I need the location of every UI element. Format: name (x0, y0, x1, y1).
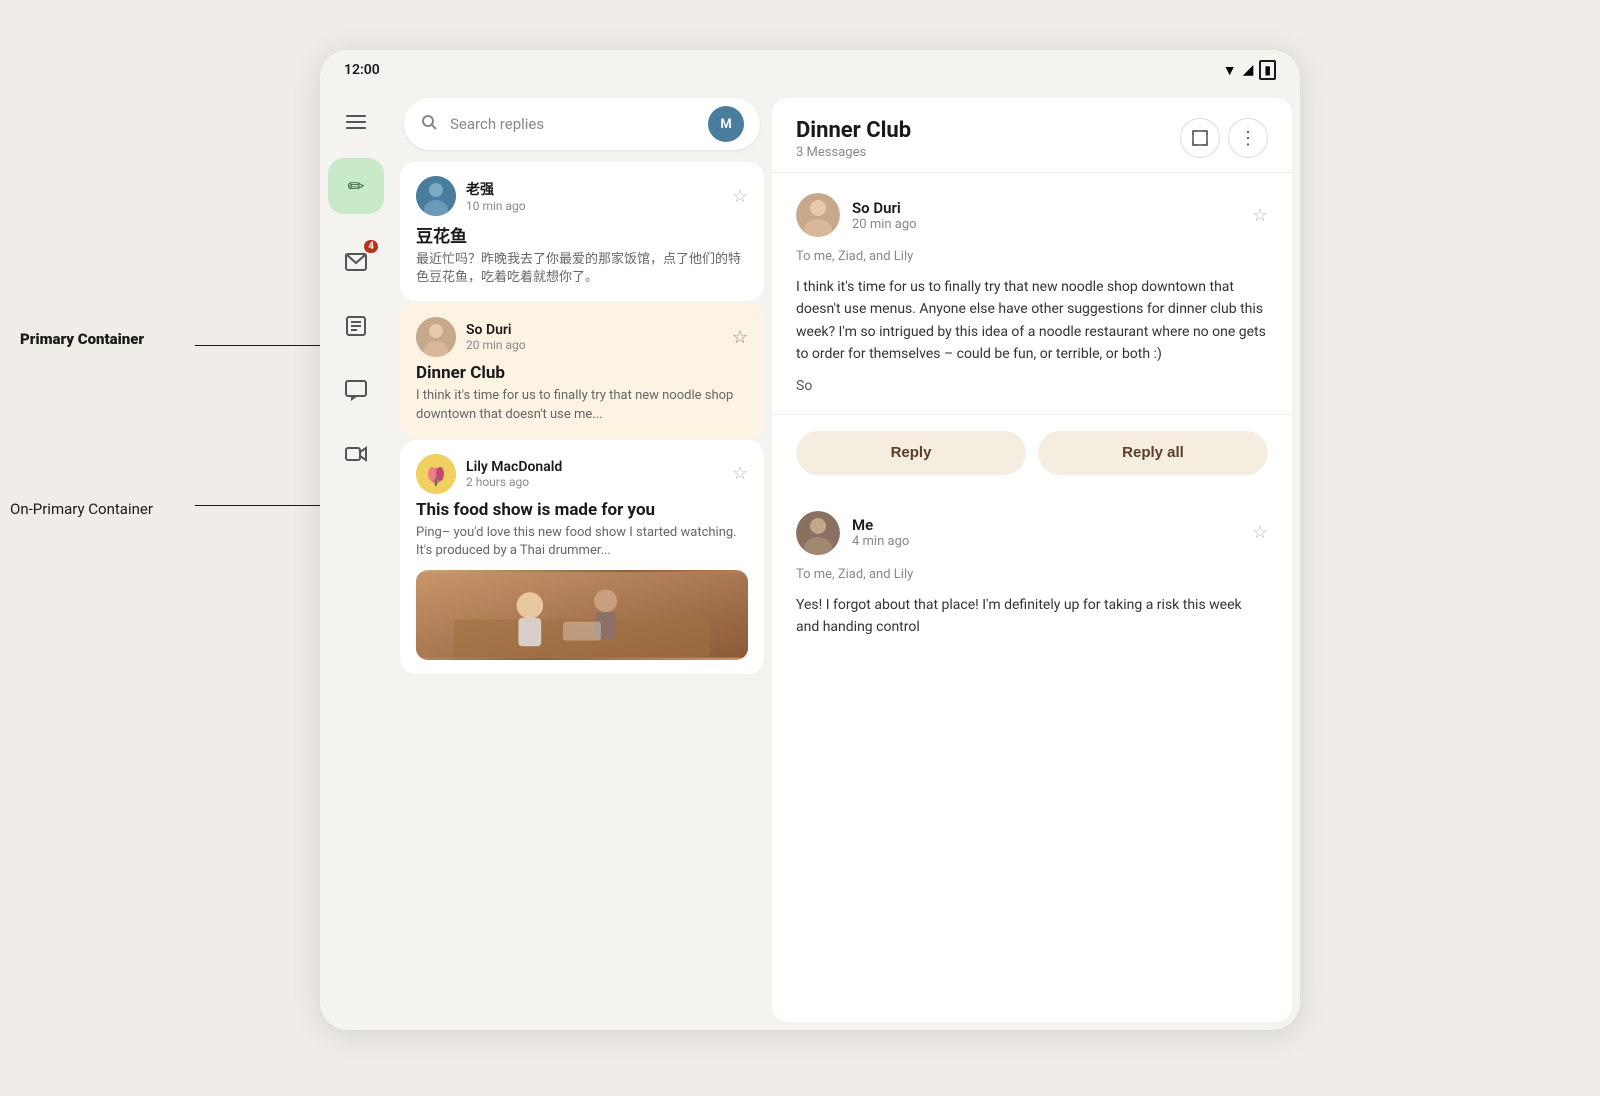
status-time: 12:00 (344, 62, 380, 78)
msg-sender-name-2: Me (852, 516, 909, 534)
menu-button[interactable] (336, 102, 376, 142)
signal-icon: ◢ (1243, 62, 1254, 78)
page-wrapper: Primary Container On-Primary Container 1… (0, 0, 1600, 1096)
wifi-icon: ▼ (1223, 62, 1237, 79)
search-icon (420, 113, 438, 135)
email-subject-1: 豆花鱼 (416, 222, 748, 247)
more-options-button[interactable]: ⋮ (1228, 118, 1268, 158)
email-preview-2: I think it's time for us to finally try … (416, 387, 748, 423)
email-item-1[interactable]: 老强 10 min ago ☆ 豆花鱼 最近忙吗？昨晚我去了你最爱的那家饭馆，点… (400, 162, 764, 301)
msg-signature-1: So (796, 378, 1268, 394)
battery-icon: ▮ (1259, 60, 1276, 80)
label-primary-container: Primary Container (20, 330, 144, 348)
chat-icon (344, 378, 368, 402)
mail-badge: 4 (364, 240, 378, 253)
sender-name-1: 老强 (466, 179, 526, 199)
fullscreen-button[interactable] (1180, 118, 1220, 158)
message-card-1: So Duri 20 min ago ☆ To me, Ziad, and Li… (772, 173, 1292, 415)
sender-name-2: So Duri (466, 322, 526, 338)
more-options-icon: ⋮ (1239, 129, 1257, 147)
nav-item-chat[interactable] (328, 362, 384, 418)
detail-message-count: 3 Messages (796, 145, 911, 160)
nav-rail: ✏ 4 (320, 90, 392, 1030)
msg-sender-name-1: So Duri (852, 199, 917, 217)
label-on-primary-container: On-Primary Container (10, 500, 153, 518)
search-placeholder-text: Search replies (450, 115, 696, 133)
msg-to-1: To me, Ziad, and Lily (796, 249, 1268, 264)
star-button-2[interactable]: ☆ (732, 327, 748, 348)
status-icons: ▼ ◢ ▮ (1223, 60, 1276, 80)
callout-line-primary (195, 345, 325, 346)
email-preview-3: Ping– you'd love this new food show I st… (416, 524, 748, 560)
detail-header-actions: ⋮ (1180, 118, 1268, 158)
expand-icon (1192, 130, 1208, 146)
device-frame: 12:00 ▼ ◢ ▮ ✏ (320, 50, 1300, 1030)
message-card-2: Me 4 min ago ☆ To me, Ziad, and Lily Yes… (772, 491, 1292, 659)
email-preview-1: 最近忙吗？昨晚我去了你最爱的那家饭馆，点了他们的特色豆花鱼，吃着吃着就想你了。 (416, 251, 748, 287)
status-bar: 12:00 ▼ ◢ ▮ (320, 50, 1300, 90)
star-button-3[interactable]: ☆ (732, 463, 748, 484)
app-content: ✏ 4 (320, 90, 1300, 1030)
compose-icon: ✏ (348, 174, 365, 198)
user-avatar[interactable]: M (708, 106, 744, 142)
msg-avatar-soduri (796, 193, 840, 237)
detail-header: Dinner Club 3 Messages (772, 98, 1292, 173)
message-list: So Duri 20 min ago ☆ To me, Ziad, and Li… (772, 173, 1292, 1022)
nav-item-mail[interactable]: 4 (328, 234, 384, 290)
sender-name-3: Lily MacDonald (466, 459, 562, 475)
msg-body-2: Yes! I forgot about that place! I'm defi… (796, 594, 1268, 639)
star-button-1[interactable]: ☆ (732, 186, 748, 207)
email-item-2[interactable]: So Duri 20 min ago ☆ Dinner Club I think… (400, 303, 764, 437)
nav-item-notes[interactable] (328, 298, 384, 354)
detail-subject: Dinner Club (796, 118, 911, 143)
email-item-3[interactable]: Lily MacDonald 2 hours ago ☆ This food s… (400, 440, 764, 674)
email-list-pane: Search replies M (392, 90, 772, 1030)
sender-time-1: 10 min ago (466, 199, 526, 213)
avatar-soduri (416, 317, 456, 357)
sender-time-2: 20 min ago (466, 338, 526, 352)
mail-icon (344, 250, 368, 274)
email-subject-2: Dinner Club (416, 363, 748, 383)
msg-body-1: I think it's time for us to finally try … (796, 276, 1268, 366)
msg-star-2[interactable]: ☆ (1252, 522, 1268, 543)
nav-item-video[interactable] (328, 426, 384, 482)
msg-time-1: 20 min ago (852, 217, 917, 232)
reply-actions: Reply Reply all (772, 431, 1292, 491)
reply-all-button[interactable]: Reply all (1038, 431, 1268, 475)
video-icon (344, 442, 368, 466)
notes-icon (344, 314, 368, 338)
msg-time-2: 4 min ago (852, 534, 909, 549)
compose-fab[interactable]: ✏ (328, 158, 384, 214)
email-image-thumbnail (416, 570, 748, 660)
avatar-laoqiang (416, 176, 456, 216)
search-bar[interactable]: Search replies M (404, 98, 760, 150)
email-detail-pane: Dinner Club 3 Messages (772, 98, 1292, 1022)
email-subject-3: This food show is made for you (416, 500, 748, 520)
msg-star-1[interactable]: ☆ (1252, 205, 1268, 226)
msg-to-2: To me, Ziad, and Lily (796, 567, 1268, 582)
sender-time-3: 2 hours ago (466, 475, 562, 489)
email-list: 老强 10 min ago ☆ 豆花鱼 最近忙吗？昨晚我去了你最爱的那家饭馆，点… (392, 158, 772, 1030)
avatar-lily (416, 454, 456, 494)
reply-button[interactable]: Reply (796, 431, 1026, 475)
msg-avatar-me (796, 511, 840, 555)
